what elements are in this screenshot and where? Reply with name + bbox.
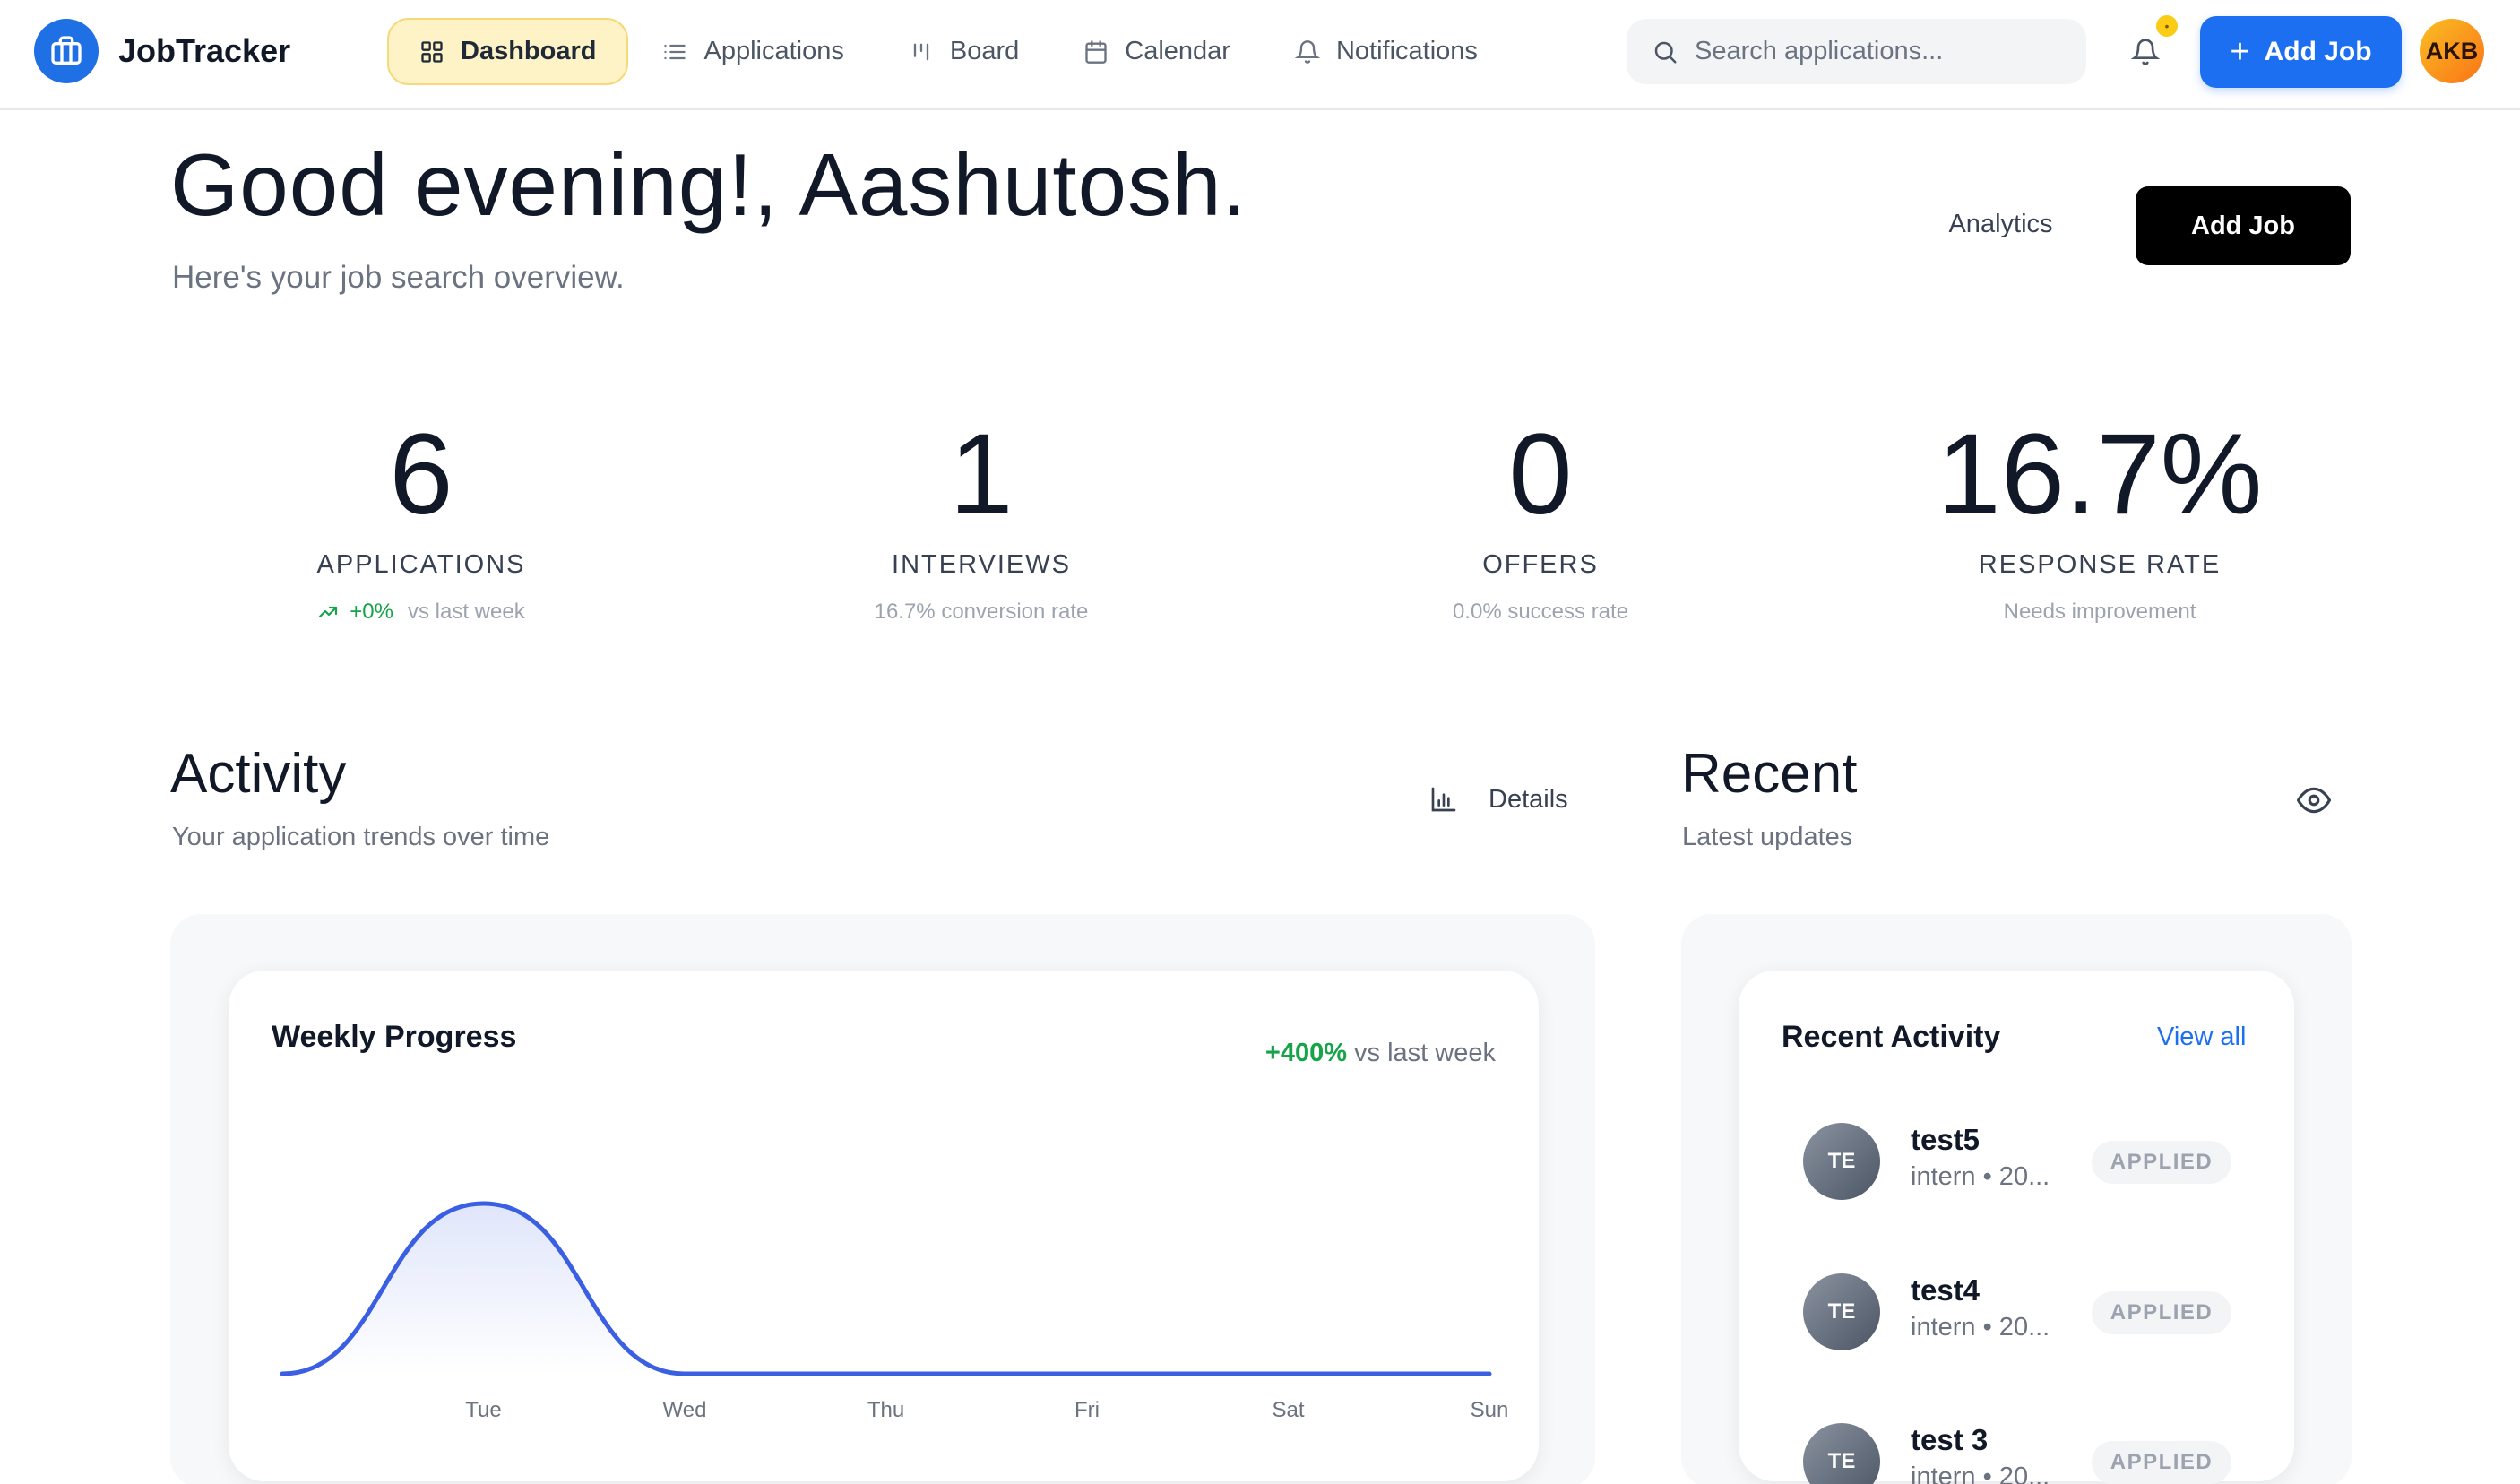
avatar: TE <box>1803 1123 1880 1200</box>
chart-area-fill <box>282 1204 1489 1374</box>
weekly-progress-chart: Tue Wed Thu Fri Sat Sun <box>280 1201 1509 1422</box>
nav-label: Board <box>949 37 1020 65</box>
stat-sub: 0.0% success rate <box>1452 600 1629 624</box>
list-icon <box>664 44 686 59</box>
nav-dashboard[interactable]: Dashboard <box>387 18 629 85</box>
eye-icon <box>2296 787 2332 814</box>
list-item[interactable]: TE test 3 intern • 20... APPLIED <box>1803 1416 2233 1484</box>
x-tick-label: Tue <box>465 1398 501 1422</box>
briefcase-icon <box>34 19 99 83</box>
nav-label: Dashboard <box>461 37 597 65</box>
item-subtitle: intern • 20... <box>1911 1162 2050 1191</box>
analytics-button[interactable]: Analytics <box>1927 188 2075 260</box>
add-job-primary-button[interactable]: Add Job <box>2136 186 2351 265</box>
eye-button[interactable] <box>2296 783 2332 817</box>
search-bar <box>1627 19 2086 84</box>
stat-applications: 6 APPLICATIONS +0% vs last week <box>197 412 645 625</box>
weekly-progress-card: Weekly Progress +400% vs last week Tue We… <box>229 971 1539 1481</box>
stat-trend-suffix: vs last week <box>407 600 525 624</box>
brand[interactable]: JobTracker <box>34 19 290 83</box>
activity-subtitle: Your application trends over time <box>172 823 550 851</box>
stat-sub: Needs improvement <box>2003 600 2196 624</box>
page-title: Good evening!, Aashutosh. <box>170 135 1247 234</box>
status-badge: APPLIED <box>2092 1441 2231 1484</box>
x-tick-label: Sun <box>1471 1398 1509 1422</box>
activity-title: Activity <box>170 743 347 805</box>
add-job-label: Add Job <box>2264 37 2372 66</box>
avatar: TE <box>1803 1423 1880 1484</box>
x-tick-label: Wed <box>663 1398 707 1422</box>
app-name: JobTracker <box>118 32 291 69</box>
stat-label: OFFERS <box>1482 550 1599 579</box>
status-badge: APPLIED <box>2092 1291 2231 1334</box>
search-icon <box>1654 41 1677 63</box>
grid-icon <box>421 40 443 63</box>
details-button[interactable]: Details <box>1429 778 1568 821</box>
stat-label: APPLICATIONS <box>316 550 526 579</box>
avatar: TE <box>1803 1273 1880 1350</box>
view-all-link[interactable]: View all <box>2157 1022 2246 1052</box>
item-subtitle: intern • 20... <box>1911 1462 2050 1484</box>
nav-notifications[interactable]: Notifications <box>1264 18 1508 85</box>
kanban-icon <box>913 43 929 60</box>
stat-value: 16.7% <box>1937 410 2263 539</box>
calendar-icon <box>1085 39 1107 64</box>
notification-badge: • <box>2153 13 2180 39</box>
stat-label: INTERVIEWS <box>892 550 1071 579</box>
nav-label: Applications <box>703 37 844 65</box>
stat-response-rate: 16.7% RESPONSE RATE Needs improvement <box>1876 412 2324 625</box>
recent-title: Recent <box>1681 743 1858 805</box>
item-title: test 3 <box>1911 1423 1989 1456</box>
item-title: test4 <box>1911 1273 1981 1307</box>
list-item[interactable]: TE test4 intern • 20... APPLIED <box>1803 1266 2233 1356</box>
add-job-button[interactable]: + Add Job <box>2200 16 2402 88</box>
nav-board[interactable]: Board <box>878 18 1049 85</box>
top-navbar: JobTracker Dashboard Applications Board … <box>0 0 2520 110</box>
plus-icon: + <box>2230 32 2250 71</box>
status-badge: APPLIED <box>2092 1141 2231 1184</box>
recent-subtitle: Latest updates <box>1682 823 1853 851</box>
nav-calendar[interactable]: Calendar <box>1053 18 1261 85</box>
x-tick-label: Fri <box>1074 1398 1100 1422</box>
page-subtitle: Here's your job search overview. <box>172 260 625 295</box>
stat-value: 1 <box>949 410 1014 539</box>
stat-interviews: 1 INTERVIEWS 16.7% conversion rate <box>757 412 1205 625</box>
stat-trend: +0% <box>350 600 393 624</box>
stat-sub: 16.7% conversion rate <box>874 600 1089 624</box>
nav-label: Notifications <box>1335 37 1478 65</box>
item-title: test5 <box>1911 1123 1981 1156</box>
bar-chart-icon <box>1431 787 1456 812</box>
stat-value: 6 <box>389 410 453 539</box>
details-label: Details <box>1489 784 1568 814</box>
stat-offers: 0 OFFERS 0.0% success rate <box>1316 412 1765 625</box>
trending-up-icon <box>319 606 338 618</box>
recent-activity-title: Recent Activity <box>1782 1020 2001 1054</box>
x-tick-label: Thu <box>867 1398 904 1422</box>
stat-sub: +0% vs last week <box>197 600 645 625</box>
bell-icon <box>1294 39 1320 64</box>
x-tick-label: Sat <box>1272 1398 1304 1422</box>
nav-label: Calendar <box>1125 37 1230 65</box>
search-input[interactable] <box>1695 37 2071 66</box>
item-subtitle: intern • 20... <box>1911 1313 2050 1342</box>
stat-value: 0 <box>1508 410 1573 539</box>
bell-icon <box>2131 39 2160 65</box>
nav-applications[interactable]: Applications <box>632 18 874 85</box>
user-avatar[interactable]: AKB <box>2420 19 2484 83</box>
stat-label: RESPONSE RATE <box>1978 550 2222 579</box>
list-item[interactable]: TE test5 intern • 20... APPLIED <box>1803 1116 2233 1205</box>
main-nav: Dashboard Applications Board Calendar No… <box>387 18 1512 85</box>
